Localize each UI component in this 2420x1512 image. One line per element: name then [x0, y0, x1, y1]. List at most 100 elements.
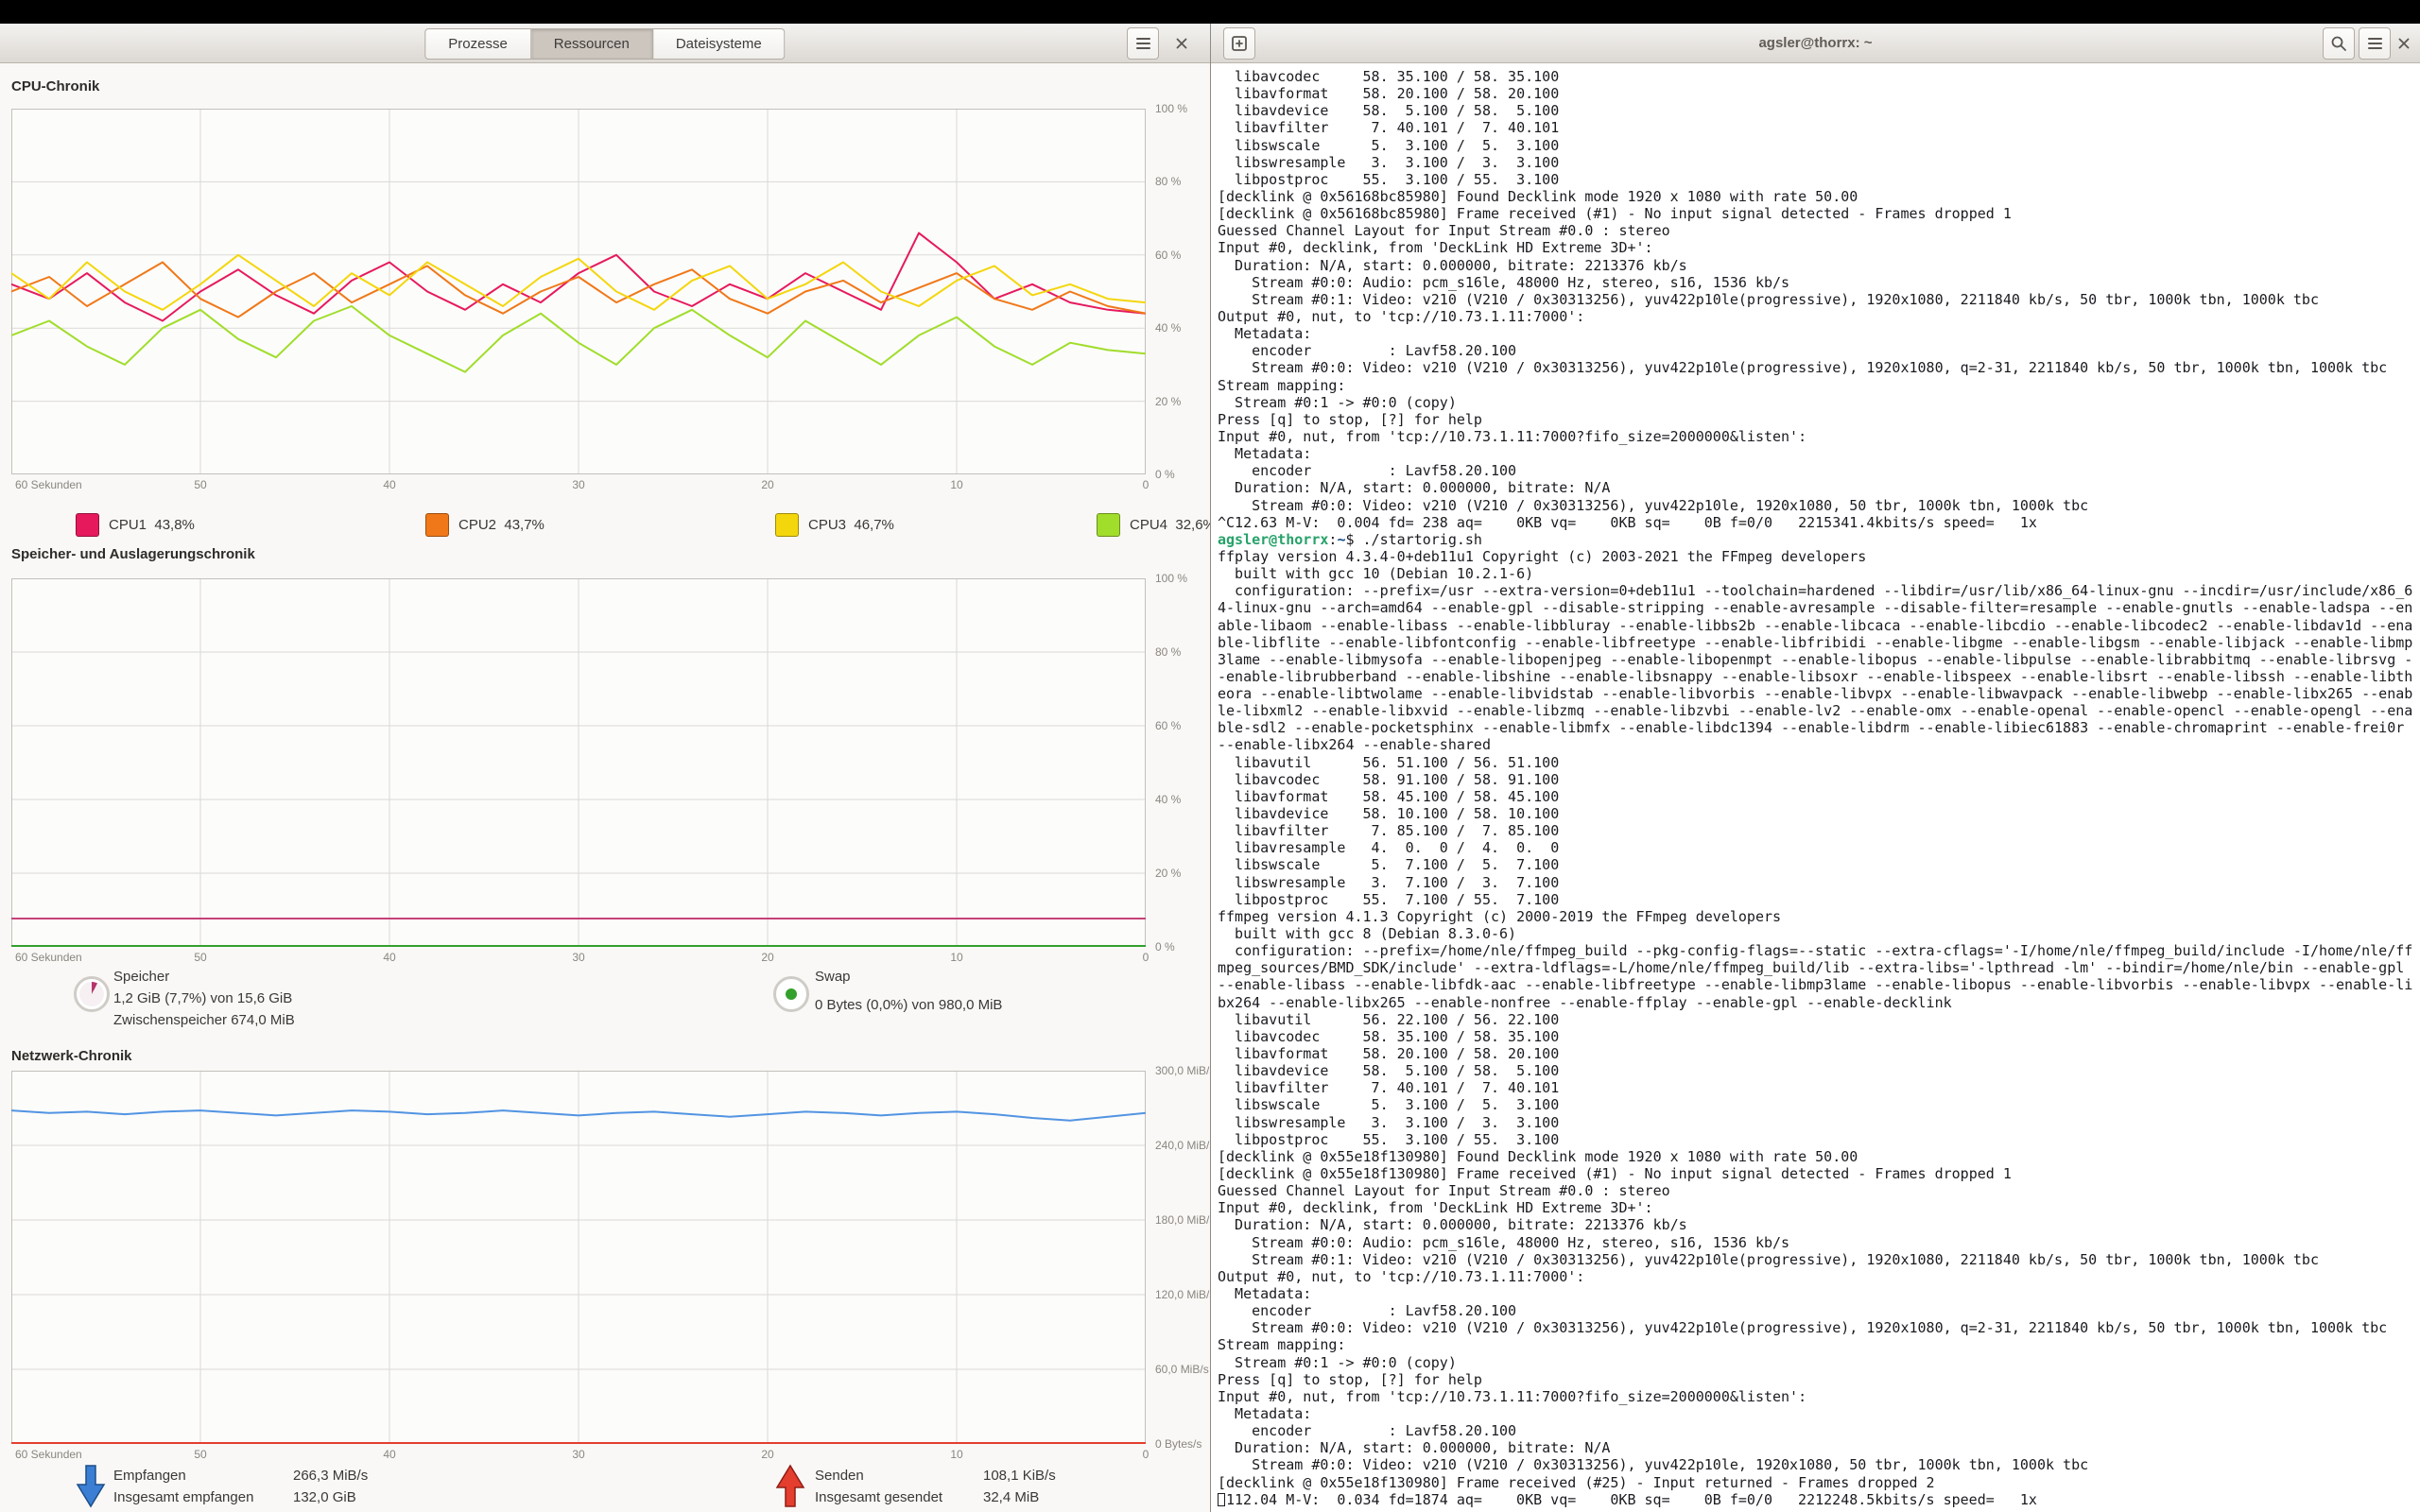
x-axis-label: 20 [761, 478, 773, 491]
y-axis-label: 100 % [1155, 102, 1187, 115]
terminal-line: --enable-libx264 --enable-shared [1218, 736, 2420, 753]
memory-cache-value: Zwischenspeicher 674,0 MiB [113, 1012, 295, 1028]
search-button[interactable] [2323, 27, 2355, 60]
close-window-button[interactable] [1172, 34, 1191, 53]
tab-dateisysteme[interactable]: Dateisysteme [653, 28, 786, 60]
terminal-line: [decklink @ 0x55e18f130980] Frame receiv… [1218, 1474, 2420, 1491]
network-chart-title: Netzwerk-Chronik [11, 1048, 132, 1064]
terminal-line: libswresample 3. 3.100 / 3. 3.100 [1218, 154, 2420, 171]
cpu-legend-entry-cpu2[interactable]: CPU2 43,7% [425, 513, 544, 537]
y-axis-label: 60 % [1155, 249, 1181, 262]
y-axis-label: 120,0 MiB/s [1155, 1288, 1215, 1301]
x-axis-label: 60 Sekunden [15, 951, 82, 964]
network-recv-label: Empfangen [113, 1468, 186, 1484]
screen: ProzesseRessourcenDateisysteme CPU-Chron… [0, 0, 2420, 1512]
terminal-line: Stream #0:0: Audio: pcm_s16le, 48000 Hz,… [1218, 1234, 2420, 1251]
swap-label: Swap [815, 969, 851, 985]
y-axis-label: 20 % [1155, 867, 1181, 880]
terminal-line: [decklink @ 0x55e18f130980] Found Deckli… [1218, 1148, 2420, 1165]
terminal-line: configuration: --prefix=/home/nle/ffmpeg… [1218, 942, 2420, 959]
terminal-line: -enable-librubberband --enable-libshine … [1218, 668, 2420, 685]
color-swatch[interactable] [775, 513, 799, 537]
y-axis-label: 60,0 MiB/s [1155, 1363, 1209, 1376]
x-axis-label: 10 [950, 1448, 962, 1461]
terminal-line: able-libaom --enable-libass --enable-lib… [1218, 617, 2420, 634]
terminal-line: agsler@thorrx:~$ ./startorig.sh [1218, 531, 2420, 548]
net-plot [11, 1071, 1146, 1444]
y-axis-label: 180,0 MiB/s [1155, 1213, 1215, 1227]
cpu-legend-entry-cpu4[interactable]: CPU4 32,6% [1097, 513, 1216, 537]
tab-ressourcen[interactable]: Ressourcen [531, 28, 653, 60]
x-axis-label: 50 [194, 951, 206, 964]
x-axis-label: 0 [1143, 1448, 1150, 1461]
new-tab-button[interactable] [1223, 27, 1255, 60]
x-axis-label: 20 [761, 951, 773, 964]
terminal-line: Metadata: [1218, 325, 2420, 342]
terminal-line: Stream #0:1 -> #0:0 (copy) [1218, 1354, 2420, 1371]
terminal-line: 112.04 M-V: 0.034 fd=1874 aq= 0KB vq= 0K… [1218, 1491, 2420, 1508]
terminal-line: encoder : Lavf58.20.100 [1218, 1422, 2420, 1439]
terminal-line: [decklink @ 0x56168bc85980] Frame receiv… [1218, 205, 2420, 222]
x-axis-label: 60 Sekunden [15, 478, 82, 491]
x-axis-label: 50 [194, 1448, 206, 1461]
terminal-output[interactable]: libavcodec 58. 35.100 / 58. 35.100 libav… [1211, 63, 2420, 1512]
color-swatch[interactable] [1097, 513, 1120, 537]
cpu-history-chart: 100 %80 %60 %40 %20 %0 %60 Sekunden50403… [11, 109, 1210, 497]
terminal-line: Duration: N/A, start: 0.000000, bitrate:… [1218, 257, 2420, 274]
close-terminal-button[interactable] [2394, 34, 2413, 53]
network-send-total: 32,4 MiB [983, 1489, 1039, 1505]
upload-arrow-icon [773, 1464, 807, 1509]
color-swatch[interactable] [76, 513, 99, 537]
y-axis-label: 240,0 MiB/s [1155, 1139, 1215, 1152]
hamburger-menu-icon [2368, 38, 2382, 49]
tab-prozesse[interactable]: Prozesse [424, 28, 531, 60]
terminal-line: libavfilter 7. 40.101 / 7. 40.101 [1218, 119, 2420, 136]
terminal-line: libavresample 4. 0. 0 / 4. 0. 0 [1218, 839, 2420, 856]
terminal-line: libavcodec 58. 35.100 / 58. 35.100 [1218, 1028, 2420, 1045]
y-axis-label: 20 % [1155, 395, 1181, 408]
terminal-line: libavformat 58. 45.100 / 58. 45.100 [1218, 788, 2420, 805]
terminal-line: Duration: N/A, start: 0.000000, bitrate:… [1218, 1439, 2420, 1456]
terminal-line: encoder : Lavf58.20.100 [1218, 462, 2420, 479]
y-axis-label: 80 % [1155, 645, 1181, 659]
terminal-line: eora --enable-libtwolame --enable-libvid… [1218, 685, 2420, 702]
y-axis-label: 0 % [1155, 468, 1175, 481]
x-axis-label: 40 [383, 478, 395, 491]
terminal-line: Stream #0:0: Audio: pcm_s16le, 48000 Hz,… [1218, 274, 2420, 291]
terminal-line: Stream #0:0: Video: v210 (V210 / 0x30313… [1218, 359, 2420, 376]
terminal-window: agsler@thorrx: ~ libavcodec 58. 35.100 /… [1210, 24, 2420, 1512]
terminal-line: ffmpeg version 4.1.3 Copyright (c) 2000-… [1218, 908, 2420, 925]
cpu-legend-entry-cpu1[interactable]: CPU1 43,8% [76, 513, 195, 537]
terminal-line: ble-sdl2 --enable-pocketsphinx --enable-… [1218, 719, 2420, 736]
color-swatch[interactable] [425, 513, 449, 537]
x-axis-label: 0 [1143, 478, 1150, 491]
memory-gauge-icon [74, 976, 110, 1012]
terminal-line: bx264 --enable-libx265 --enable-nonfree … [1218, 994, 2420, 1011]
y-axis-label: 0 % [1155, 940, 1175, 954]
close-icon [1174, 36, 1189, 51]
terminal-line: libavformat 58. 20.100 / 58. 20.100 [1218, 1045, 2420, 1062]
terminal-line: libpostproc 55. 7.100 / 55. 7.100 [1218, 891, 2420, 908]
x-axis-label: 40 [383, 951, 395, 964]
cpu-plot [11, 109, 1146, 474]
terminal-line: ffplay version 4.3.4-0+deb11u1 Copyright… [1218, 548, 2420, 565]
cpu-legend-entry-cpu3[interactable]: CPU3 46,7% [775, 513, 894, 537]
terminal-line: libavfilter 7. 40.101 / 7. 40.101 [1218, 1079, 2420, 1096]
terminal-menu-button[interactable] [2359, 27, 2391, 60]
terminal-line: libavformat 58. 20.100 / 58. 20.100 [1218, 85, 2420, 102]
terminal-line: Output #0, nut, to 'tcp://10.73.1.11:700… [1218, 1268, 2420, 1285]
terminal-line: libswscale 5. 3.100 / 5. 3.100 [1218, 1096, 2420, 1113]
terminal-line: libswscale 5. 3.100 / 5. 3.100 [1218, 137, 2420, 154]
terminal-line: ^C12.63 M-V: 0.004 fd= 238 aq= 0KB vq= 0… [1218, 514, 2420, 531]
terminal-line: Metadata: [1218, 1405, 2420, 1422]
cpu-legend-text: CPU2 43,7% [458, 517, 544, 533]
terminal-line: Guessed Channel Layout for Input Stream … [1218, 1182, 2420, 1199]
terminal-line: libpostproc 55. 3.100 / 55. 3.100 [1218, 171, 2420, 188]
terminal-line: libavutil 56. 51.100 / 56. 51.100 [1218, 754, 2420, 771]
terminal-line: encoder : Lavf58.20.100 [1218, 342, 2420, 359]
network-recv-total-label: Insgesamt empfangen [113, 1489, 253, 1505]
new-tab-icon [1231, 35, 1248, 52]
x-axis-label: 50 [194, 478, 206, 491]
app-menu-button[interactable] [1127, 27, 1159, 60]
terminal-line: Stream #0:1: Video: v210 (V210 / 0x30313… [1218, 291, 2420, 308]
